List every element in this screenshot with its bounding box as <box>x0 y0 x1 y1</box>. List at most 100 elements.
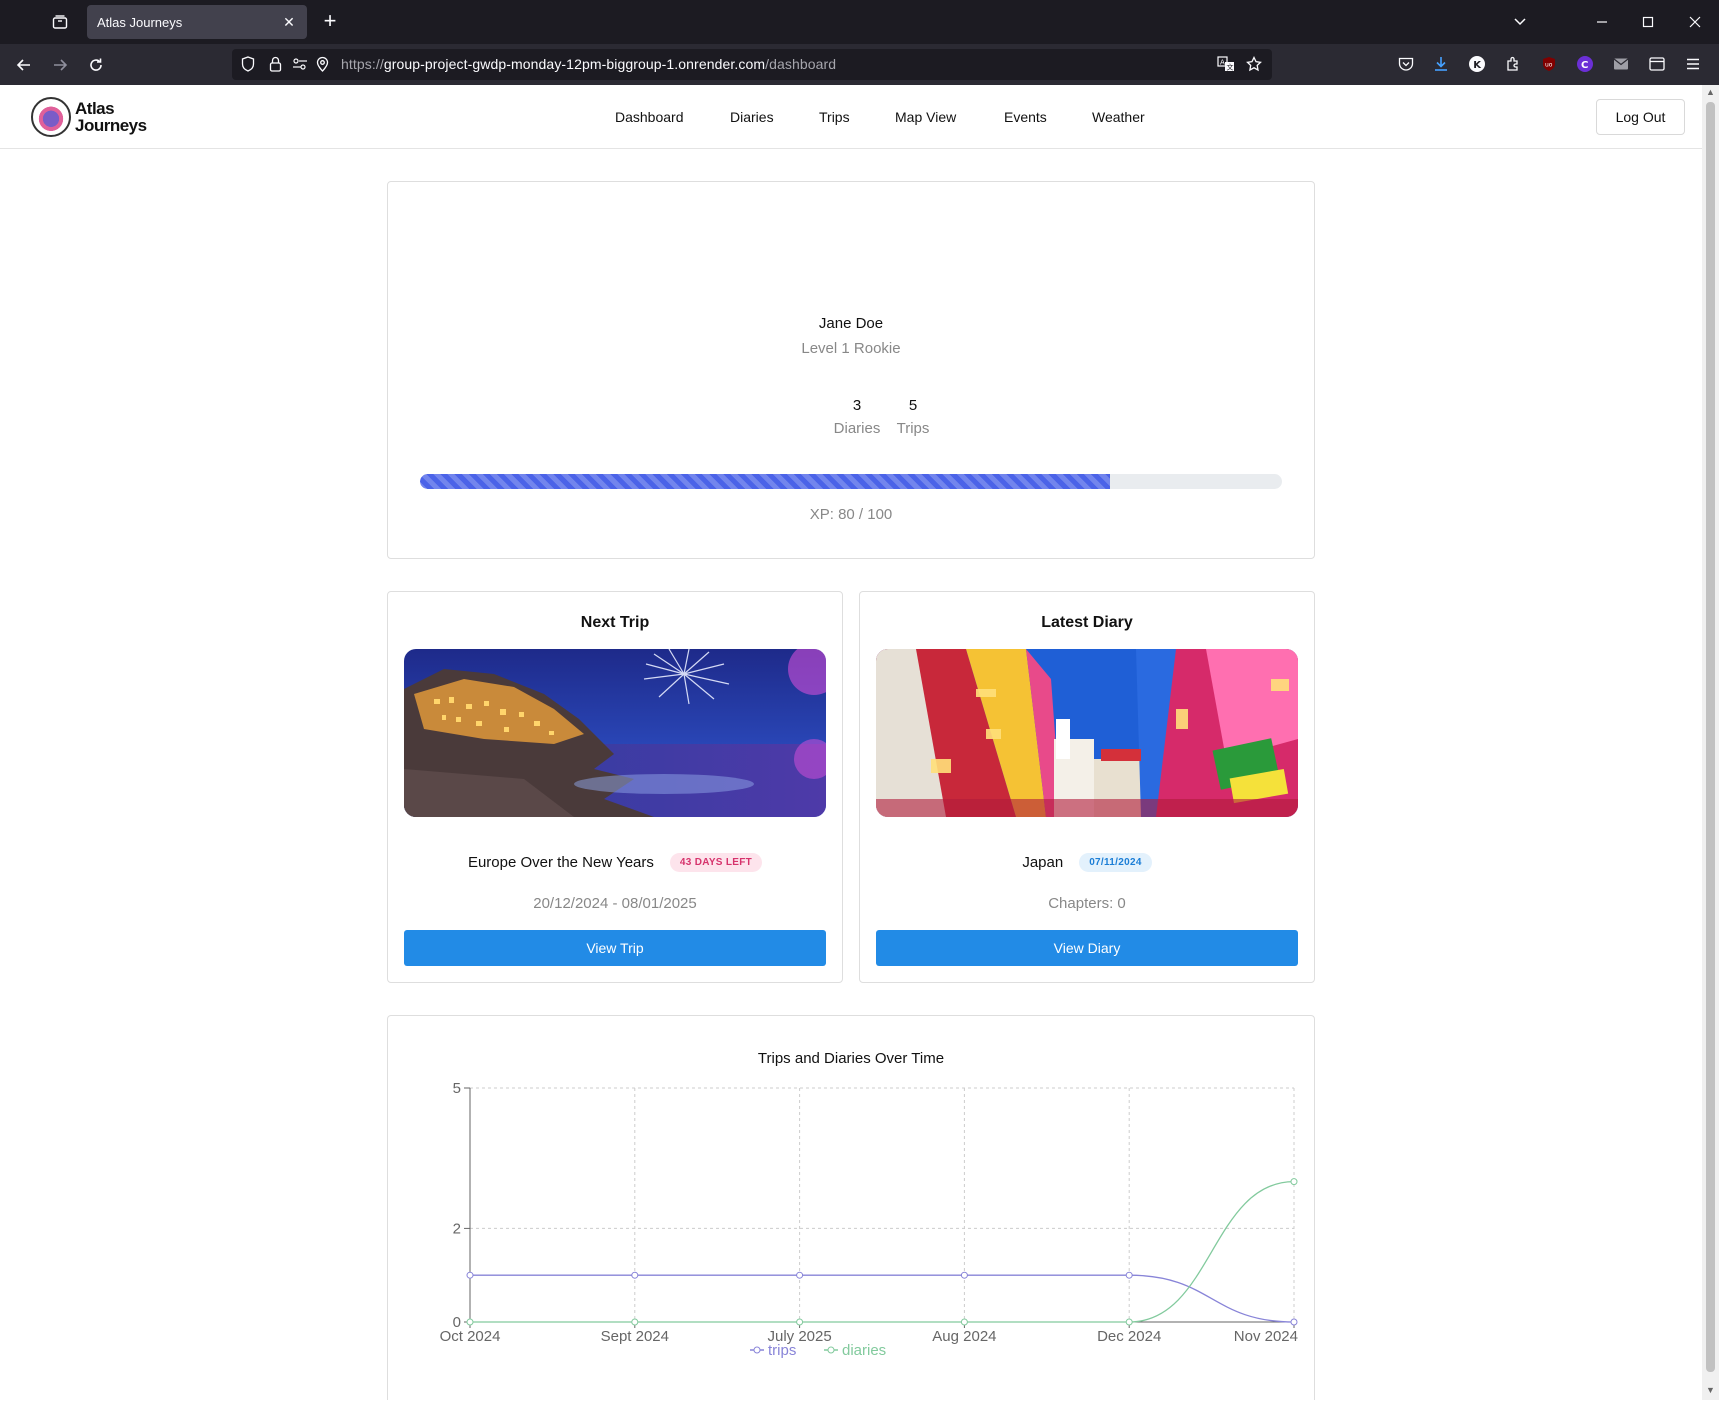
trips-label: Trips <box>896 420 930 437</box>
next-trip-card: Next Trip Europe Over the New Years 43 D… <box>387 591 843 983</box>
nav-dashboard[interactable]: Dashboard <box>615 109 684 125</box>
data-point-diaries <box>1125 1318 1133 1326</box>
lock-icon[interactable] <box>265 54 285 74</box>
latest-diary-image <box>876 649 1298 817</box>
legend-marker-diaries <box>827 1346 835 1354</box>
legend-label-diaries: diaries <box>842 1342 886 1359</box>
new-tab-icon[interactable]: + <box>318 10 342 34</box>
x-tick-label: Aug 2024 <box>932 1328 996 1345</box>
svg-text:uo: uo <box>1545 62 1553 69</box>
profile-card: Jane Doe Level 1 Rookie 3 Diaries 5 Trip… <box>387 181 1315 559</box>
trips-diaries-line-chart: 025Oct 2024 Sept 2024 July 2025 Aug 2024 Dec… <box>440 1080 1298 1359</box>
xp-progress-fill <box>420 474 1110 489</box>
svg-text:A: A <box>1220 59 1225 67</box>
profile-level: Level 1 Rookie <box>801 340 901 357</box>
next-trip-dates: 20/12/2024 - 08/01/2025 <box>533 895 697 912</box>
data-point-diaries <box>960 1318 968 1326</box>
location-pin-icon[interactable] <box>312 54 332 74</box>
logout-button[interactable]: Log Out <box>1596 99 1685 135</box>
legend-label-trips: trips <box>768 1342 796 1359</box>
xp-text: XP: 80 / 100 <box>809 506 893 523</box>
series-line-diaries <box>470 1180 1295 1323</box>
url-scheme: https:// <box>341 56 384 72</box>
activity-chart-card: Trips and Diaries Over Time 0 2 5 Oct 2024 S… <box>387 1015 1315 1400</box>
diaries-stat: 3 Diaries <box>827 397 887 437</box>
next-trip-image <box>404 649 826 817</box>
browser-tab-bar: Atlas Journeys ✕ + <box>0 0 1719 44</box>
close-tab-icon[interactable]: ✕ <box>279 12 299 32</box>
svg-text:C: C <box>1581 60 1588 71</box>
data-point-diaries <box>796 1318 804 1326</box>
latest-diary-chapters: Chapters: 0 <box>1048 895 1126 912</box>
x-tick-label: Sept 2024 <box>601 1328 669 1345</box>
app-menu-icon[interactable] <box>1681 52 1705 76</box>
downloads-icon[interactable] <box>1429 52 1453 76</box>
x-tick-label: Nov 2024 <box>1234 1328 1298 1345</box>
diaries-count: 3 <box>852 397 862 414</box>
scroll-thumb[interactable] <box>1706 102 1715 1372</box>
view-diary-button[interactable]: View Diary <box>876 930 1298 966</box>
tab-overflow-chevron-icon[interactable] <box>1508 10 1532 34</box>
series-line-trips <box>470 1274 1295 1323</box>
data-point-trips <box>631 1271 639 1279</box>
tab-list-icon[interactable] <box>48 10 72 34</box>
pocket-icon[interactable] <box>1394 52 1418 76</box>
sidebar-icon[interactable] <box>1645 52 1669 76</box>
k-extension-icon[interactable]: K <box>1465 52 1489 76</box>
site-logo[interactable]: Atlas Journeys <box>31 97 147 137</box>
data-point-trips <box>960 1271 968 1279</box>
back-arrow-icon[interactable] <box>11 52 37 78</box>
nav-events[interactable]: Events <box>1004 109 1047 125</box>
nav-trips[interactable]: Trips <box>819 109 850 125</box>
scroll-up-icon[interactable]: ▲ <box>1705 87 1716 98</box>
page-scrollbar[interactable]: ▲ ▼ <box>1702 85 1719 1400</box>
nav-weather[interactable]: Weather <box>1092 109 1145 125</box>
translate-icon[interactable]: A文 <box>1216 54 1236 74</box>
nav-diaries[interactable]: Diaries <box>730 109 774 125</box>
y-tick-label: 2 <box>453 1220 461 1237</box>
svg-text:文: 文 <box>1227 63 1234 72</box>
days-left-badge: 43 DAYS LEFT <box>669 853 763 872</box>
data-point-trips <box>1290 1318 1298 1326</box>
maximize-icon[interactable] <box>1636 10 1660 34</box>
url-path: /dashboard <box>765 56 837 72</box>
next-trip-name: Europe Over the New Years <box>467 854 654 871</box>
tracking-shield-icon[interactable] <box>238 54 258 74</box>
nav-map-view[interactable]: Map View <box>895 109 956 125</box>
data-point-diaries <box>466 1318 474 1326</box>
mail-icon[interactable] <box>1609 52 1633 76</box>
x-tick-label: Dec 2024 <box>1097 1328 1161 1345</box>
latest-diary-title: Latest Diary <box>1041 614 1133 631</box>
reload-icon[interactable] <box>83 52 109 78</box>
data-point-diaries <box>631 1318 639 1326</box>
profile-name: Jane Doe <box>818 315 884 332</box>
site-header: Atlas Journeys Dashboard Diaries Trips M… <box>0 85 1702 149</box>
browser-tab-active[interactable]: Atlas Journeys ✕ <box>87 5 307 39</box>
bookmark-star-icon[interactable] <box>1244 54 1264 74</box>
data-point-trips <box>466 1271 474 1279</box>
latest-diary-name: Japan <box>1022 854 1064 871</box>
scroll-down-icon[interactable]: ▼ <box>1705 1385 1716 1396</box>
data-point-diaries <box>1290 1178 1298 1186</box>
forward-arrow-icon[interactable] <box>47 52 73 78</box>
diary-date-badge: 07/11/2024 <box>1079 853 1152 872</box>
extensions-puzzle-icon[interactable] <box>1501 52 1525 76</box>
view-trip-button[interactable]: View Trip <box>404 930 826 966</box>
y-tick-label: 5 <box>453 1080 461 1097</box>
ublock-origin-icon[interactable]: uo <box>1537 52 1561 76</box>
diaries-label: Diaries <box>833 420 881 437</box>
minimize-icon[interactable] <box>1590 10 1614 34</box>
url-text[interactable]: https://group-project-gwdp-monday-12pm-b… <box>341 56 836 72</box>
url-host: group-project-gwdp-monday-12pm-biggroup-… <box>383 56 766 72</box>
trips-count: 5 <box>908 397 918 414</box>
svg-text:K: K <box>1473 60 1482 71</box>
xp-progress-bar <box>420 474 1282 489</box>
c-extension-icon[interactable]: C <box>1573 52 1597 76</box>
tab-title: Atlas Journeys <box>97 14 183 30</box>
permissions-icon[interactable] <box>290 54 310 74</box>
data-point-trips <box>1125 1271 1133 1279</box>
address-bar[interactable]: https://group-project-gwdp-monday-12pm-b… <box>232 49 1272 80</box>
logo-text: Atlas Journeys <box>75 100 147 134</box>
close-window-icon[interactable] <box>1683 10 1707 34</box>
logo-line-1: Atlas <box>75 99 115 118</box>
